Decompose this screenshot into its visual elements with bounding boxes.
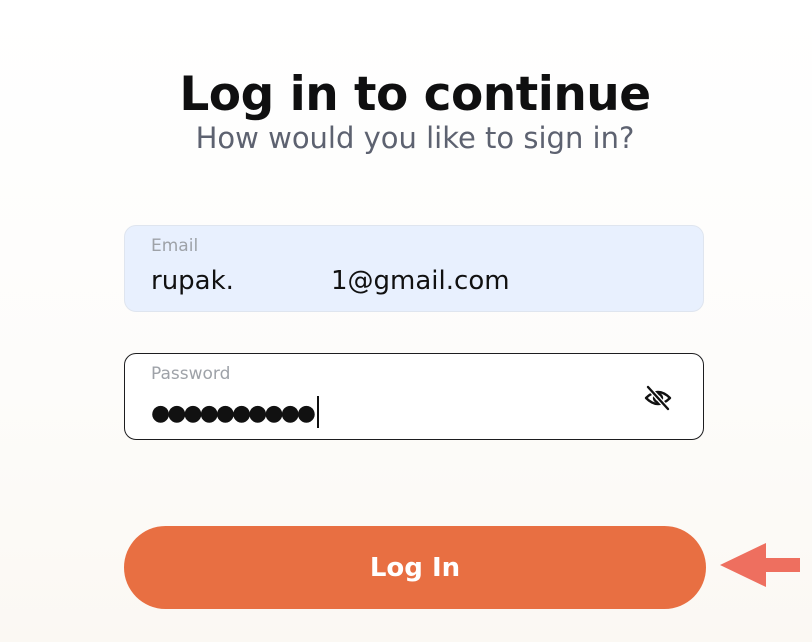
- email-value[interactable]: rupak. 1@gmail.com: [151, 266, 510, 296]
- eye-slash-icon[interactable]: [643, 383, 673, 413]
- password-value[interactable]: ●●●●●●●●●●: [151, 396, 319, 430]
- page-subtitle: How would you like to sign in?: [195, 121, 635, 155]
- page-title: Log in to continue: [179, 67, 651, 123]
- password-dots: ●●●●●●●●●●: [151, 401, 316, 426]
- password-label: Password: [151, 364, 231, 384]
- arrow-left-icon: [720, 543, 800, 587]
- email-value-suffix: 1@gmail.com: [331, 266, 510, 296]
- text-caret: [316, 396, 319, 428]
- email-field[interactable]: Email rupak. 1@gmail.com: [124, 225, 704, 312]
- password-field[interactable]: Password ●●●●●●●●●●: [124, 353, 704, 440]
- login-button[interactable]: Log In: [124, 526, 706, 609]
- email-value-prefix: rupak.: [151, 266, 234, 296]
- email-label: Email: [151, 236, 199, 256]
